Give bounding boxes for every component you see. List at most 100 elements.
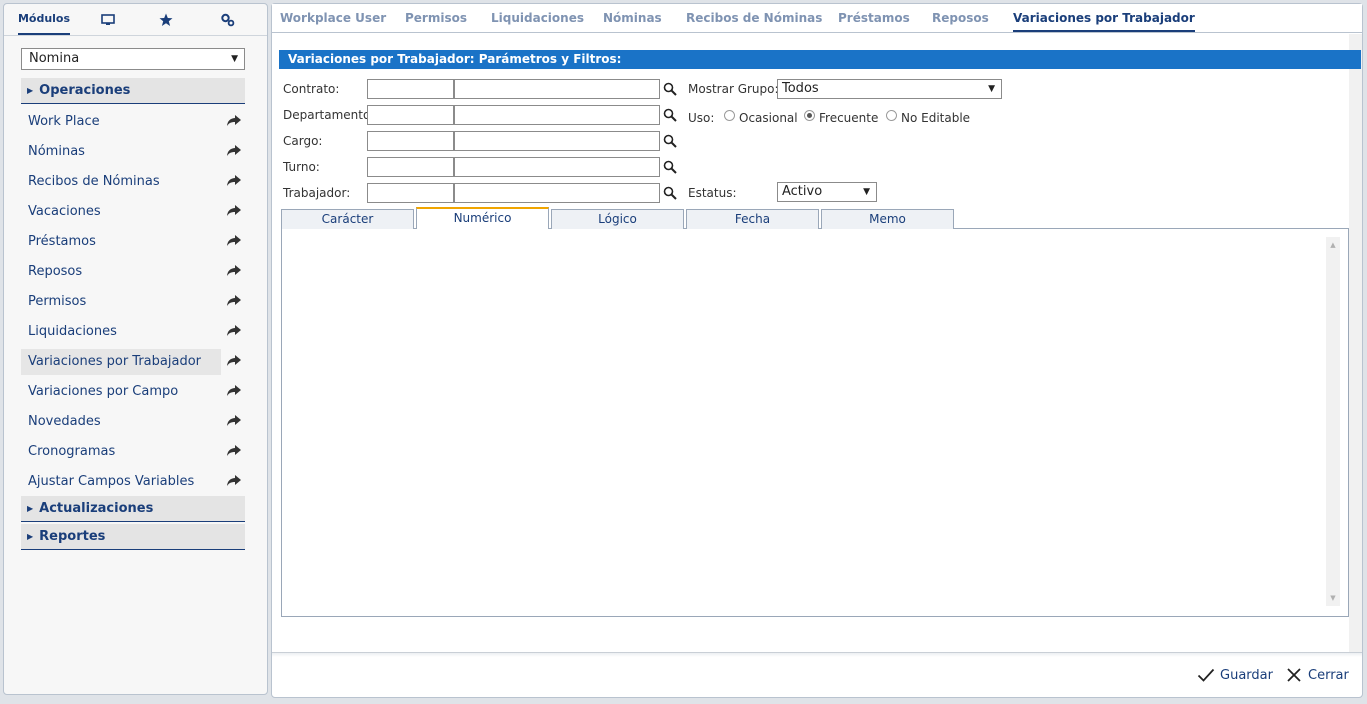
- radio-no-editable[interactable]: [886, 110, 897, 121]
- section-actualizaciones[interactable]: ▶ Actualizaciones: [21, 496, 245, 522]
- top-tab[interactable]: Permisos: [405, 4, 467, 32]
- panel-title: Variaciones por Trabajador: Parámetros y…: [279, 50, 1361, 69]
- section-operaciones-label: Operaciones: [39, 83, 131, 98]
- page-scrollbar[interactable]: [1349, 34, 1362, 654]
- cargo-label: Cargo:: [283, 134, 323, 148]
- top-tab[interactable]: Reposos: [932, 4, 989, 32]
- share-arrow-icon[interactable]: [226, 234, 242, 248]
- search-icon[interactable]: [663, 82, 677, 96]
- share-arrow-icon[interactable]: [226, 384, 242, 398]
- share-arrow-icon[interactable]: [226, 444, 242, 458]
- type-tab[interactable]: Lógico: [551, 209, 684, 229]
- sidebar-item[interactable]: Permisos: [21, 289, 221, 315]
- chevron-down-icon: ▼: [988, 84, 995, 94]
- module-select[interactable]: Nomina ▼: [21, 48, 245, 70]
- check-icon: [1197, 668, 1215, 682]
- type-tab[interactable]: Fecha: [686, 209, 819, 229]
- sidebar-item[interactable]: Work Place: [21, 109, 221, 135]
- section-reportes[interactable]: ▶ Reportes: [21, 524, 245, 550]
- turno-label: Turno:: [283, 160, 320, 174]
- grid-scrollbar[interactable]: ▲ ▼: [1326, 237, 1340, 606]
- sidebar-item[interactable]: Reposos: [21, 259, 221, 285]
- type-tab[interactable]: Carácter: [281, 209, 414, 229]
- radio-ocasional-label[interactable]: Ocasional: [739, 111, 798, 125]
- turno-desc-input[interactable]: [454, 157, 660, 177]
- sidebar-item[interactable]: Variaciones por Campo: [21, 379, 221, 405]
- share-arrow-icon[interactable]: [226, 264, 242, 278]
- search-icon[interactable]: [663, 108, 677, 122]
- departamento-label: Departamento:: [283, 108, 375, 122]
- top-tab[interactable]: Nóminas: [603, 4, 662, 32]
- cerrar-label: Cerrar: [1308, 667, 1349, 683]
- guardar-label: Guardar: [1220, 667, 1273, 683]
- left-tab-bar: Módulos: [4, 4, 267, 36]
- contrato-code-input[interactable]: [367, 79, 454, 99]
- share-arrow-icon[interactable]: [226, 414, 242, 428]
- share-arrow-icon[interactable]: [226, 294, 242, 308]
- sidebar-item[interactable]: Cronogramas: [21, 439, 221, 465]
- share-arrow-icon[interactable]: [226, 174, 242, 188]
- left-panel: Módulos Nomina ▼ ▶ Operaciones ▶ Actualiza…: [3, 3, 268, 695]
- cerrar-button[interactable]: Cerrar: [1286, 666, 1349, 684]
- radio-frecuente-label[interactable]: Frecuente: [819, 111, 878, 125]
- sidebar-item[interactable]: Vacaciones: [21, 199, 221, 225]
- share-arrow-icon[interactable]: [226, 144, 242, 158]
- sidebar-item[interactable]: Liquidaciones: [21, 319, 221, 345]
- departamento-code-input[interactable]: [367, 105, 454, 125]
- contrato-label: Contrato:: [283, 82, 340, 96]
- section-reportes-label: Reportes: [39, 529, 106, 544]
- type-tab[interactable]: Memo: [821, 209, 954, 229]
- radio-no-editable-label[interactable]: No Editable: [901, 111, 970, 125]
- top-tab[interactable]: Variaciones por Trabajador: [1013, 4, 1195, 32]
- search-icon[interactable]: [663, 160, 677, 174]
- trabajador-code-input[interactable]: [367, 183, 454, 203]
- section-operaciones[interactable]: ▶ Operaciones: [21, 78, 245, 104]
- close-icon: [1287, 668, 1301, 682]
- sidebar-item[interactable]: Recibos de Nóminas: [21, 169, 221, 195]
- trabajador-label: Trabajador:: [283, 186, 351, 200]
- share-arrow-icon[interactable]: [226, 204, 242, 218]
- caret-right-icon: ▶: [27, 86, 34, 95]
- scroll-up-icon[interactable]: ▲: [1326, 241, 1340, 249]
- departamento-desc-input[interactable]: [454, 105, 660, 125]
- radio-ocasional[interactable]: [724, 110, 735, 121]
- sidebar-item[interactable]: Ajustar Campos Variables: [21, 469, 221, 495]
- share-arrow-icon[interactable]: [226, 114, 242, 128]
- guardar-button[interactable]: Guardar: [1197, 666, 1273, 684]
- share-arrow-icon[interactable]: [226, 324, 242, 338]
- mostrar-grupo-select[interactable]: Todos ▼: [777, 79, 1002, 99]
- estatus-select[interactable]: Activo ▼: [777, 182, 877, 202]
- monitor-icon[interactable]: [92, 4, 124, 35]
- estatus-label: Estatus:: [688, 186, 737, 200]
- share-arrow-icon[interactable]: [226, 474, 242, 488]
- cargo-code-input[interactable]: [367, 131, 454, 151]
- estatus-value: Activo: [782, 184, 823, 199]
- share-arrow-icon[interactable]: [226, 354, 242, 368]
- top-tab[interactable]: Recibos de Nóminas: [686, 4, 822, 32]
- sidebar-item[interactable]: Préstamos: [21, 229, 221, 255]
- top-tab[interactable]: Workplace User: [280, 4, 386, 32]
- mostrar-grupo-label: Mostrar Grupo:: [688, 82, 779, 96]
- top-tab[interactable]: Liquidaciones: [491, 4, 584, 32]
- tab-modulos[interactable]: Módulos: [18, 4, 70, 35]
- star-icon[interactable]: [150, 4, 182, 35]
- radio-frecuente[interactable]: [804, 110, 815, 121]
- chevron-down-icon: ▼: [863, 187, 870, 197]
- scroll-down-icon[interactable]: ▼: [1326, 594, 1340, 602]
- main-panel: Workplace User Permisos Liquidaciones Nómin…: [271, 3, 1363, 698]
- turno-code-input[interactable]: [367, 157, 454, 177]
- sidebar-item[interactable]: Variaciones por Trabajador: [21, 349, 221, 375]
- trabajador-desc-input[interactable]: [454, 183, 660, 203]
- search-icon[interactable]: [663, 134, 677, 148]
- variations-grid[interactable]: ▲ ▼: [281, 228, 1349, 617]
- caret-right-icon: ▶: [27, 504, 34, 513]
- sidebar-item[interactable]: Nóminas: [21, 139, 221, 165]
- sidebar-item[interactable]: Novedades: [21, 409, 221, 435]
- cargo-desc-input[interactable]: [454, 131, 660, 151]
- search-icon[interactable]: [663, 186, 677, 200]
- settings-icon[interactable]: [211, 4, 243, 35]
- footer-shadow: [272, 653, 1362, 657]
- top-tab[interactable]: Préstamos: [838, 4, 910, 32]
- contrato-desc-input[interactable]: [454, 79, 660, 99]
- type-tab[interactable]: Numérico: [416, 207, 549, 229]
